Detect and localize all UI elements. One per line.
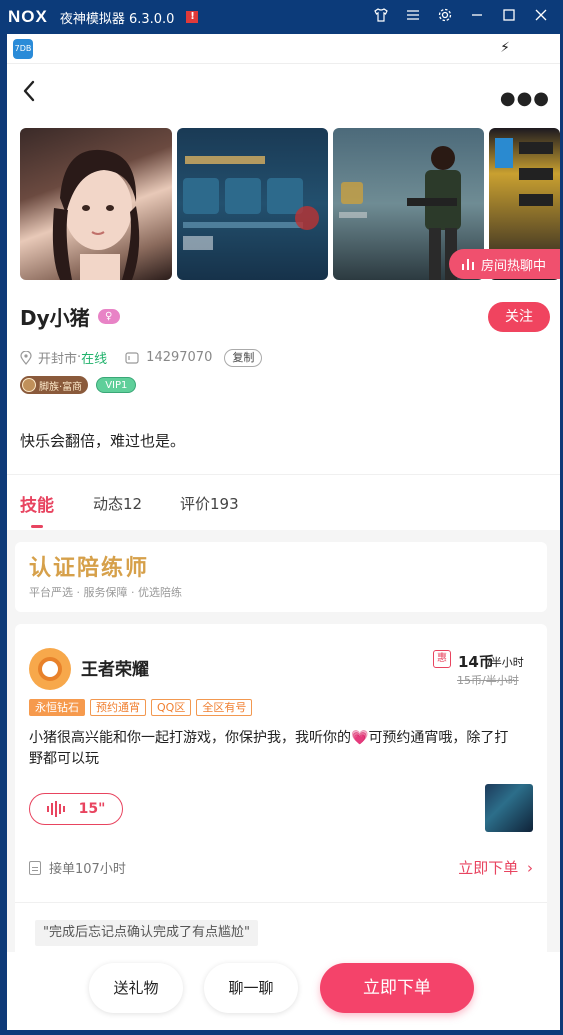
profile-photo[interactable] <box>20 128 172 280</box>
skill-tags: 永恒钻石 预约通宵 QQ区 全区有号 <box>29 699 253 716</box>
game-screenshot-1[interactable] <box>177 128 328 280</box>
price-unit: /半小时 <box>487 656 524 669</box>
sound-wave-icon <box>46 801 65 817</box>
family-badge[interactable]: 脚族·富商 <box>20 376 89 394</box>
description-text: 小猪很高兴能和你一起打游戏，你保护我，我听你的 <box>29 730 351 746</box>
emulator-bottom-border <box>0 1030 563 1035</box>
more-options-icon[interactable]: ●●● <box>500 88 550 109</box>
divider <box>15 902 547 903</box>
certification-subtitle: 平台严选 · 服务保障 · 优选陪练 <box>29 586 182 599</box>
profile-meta-row: 开封市 · 在线 14297070 复制 <box>20 348 263 367</box>
location-pin-icon <box>20 350 32 365</box>
room-hot-chat-badge[interactable]: 房间热聊中 <box>448 249 560 279</box>
skill-screenshot-thumbnail[interactable] <box>485 784 533 832</box>
maximize-icon[interactable] <box>493 8 525 26</box>
photo-gallery[interactable]: 房间热聊中 <box>20 128 560 280</box>
tag-overnight: 预约通宵 <box>90 699 146 716</box>
app-notification-icon: 7DB <box>13 38 33 59</box>
discount-badge: 惠 <box>433 650 451 668</box>
heart-icon: 💗 <box>351 730 369 746</box>
order-now-link[interactable]: 立即下单 › <box>458 857 533 878</box>
family-badge-icon <box>22 378 36 392</box>
chevron-right-icon: › <box>527 859 533 877</box>
tab-skills[interactable]: 技能 <box>20 491 54 516</box>
gear-icon[interactable] <box>429 7 461 27</box>
copy-id-button[interactable]: 复制 <box>224 348 263 367</box>
emulator-title: 夜神模拟器 6.3.0.0 <box>59 11 175 27</box>
badge-row: 脚族·富商 VIP1 <box>20 376 137 394</box>
online-status: 在线 <box>81 352 108 367</box>
send-gift-button[interactable]: 送礼物 <box>89 963 183 1013</box>
id-card-icon <box>125 351 139 364</box>
shirt-icon[interactable] <box>365 7 397 27</box>
user-bio: 快乐会翻倍，难过也是。 <box>20 432 186 450</box>
bar-chart-icon <box>461 259 474 270</box>
tab-moments[interactable]: 动态12 <box>93 493 142 514</box>
tag-rank: 永恒钻石 <box>29 699 85 716</box>
minimize-icon[interactable] <box>461 8 493 26</box>
order-now-label: 立即下单 <box>458 859 519 877</box>
review-snippet[interactable]: "完成后忘记点确认完成了有点尴尬" <box>35 920 258 946</box>
tag-server: QQ区 <box>151 699 192 716</box>
voice-duration: 15" <box>78 801 106 817</box>
hot-chat-label: 房间热聊中 <box>480 258 546 274</box>
profile-tabs: 技能 动态12 评价193 <box>7 474 560 529</box>
active-tab-indicator <box>31 525 43 528</box>
window-controls <box>365 0 557 34</box>
voice-intro-button[interactable]: 15" <box>29 793 123 825</box>
order-stats: 接单107小时 <box>29 858 126 877</box>
place-order-button[interactable]: 立即下单 <box>320 963 474 1013</box>
app-screen: ●●● 房间热聊中 Dy小猪 ♀ 关注 开封市 · 在线 14297070 复制… <box>7 64 560 1030</box>
follow-button[interactable]: 关注 <box>488 302 550 332</box>
tab-reviews[interactable]: 评价193 <box>180 493 239 514</box>
tag-accounts: 全区有号 <box>196 699 253 716</box>
original-price: 15币/半小时 <box>457 674 519 687</box>
document-icon <box>29 860 41 875</box>
portrait-illustration <box>52 149 140 280</box>
certification-card: 认证陪练师 平台严选 · 服务保障 · 优选陪练 <box>15 542 547 612</box>
certification-title: 认证陪练师 <box>29 556 150 581</box>
chat-button[interactable]: 聊一聊 <box>204 963 298 1013</box>
nox-logo: NOX <box>8 7 48 26</box>
female-gender-icon: ♀ <box>97 309 120 324</box>
game-stats-illustration <box>183 156 319 250</box>
android-status-bar: 7DB ⚡ <box>7 34 560 64</box>
emulator-title-bar: NOX 夜神模拟器 6.3.0.0 ! <box>0 0 563 34</box>
family-badge-label: 脚族·富商 <box>39 381 83 393</box>
bottom-action-bar: 送礼物 聊一聊 立即下单 <box>7 952 560 1030</box>
charging-icon: ⚡ <box>500 40 510 56</box>
order-hours: 接单107小时 <box>49 862 126 877</box>
user-name: Dy小猪 <box>20 306 90 330</box>
vip-badge: VIP1 <box>96 377 137 393</box>
user-id: 14297070 <box>146 350 213 365</box>
game-icon <box>29 648 71 690</box>
back-arrow-icon[interactable] <box>19 78 39 104</box>
warning-icon[interactable]: ! <box>186 11 199 23</box>
game-name: 王者荣耀 <box>81 660 149 680</box>
top-nav: ●●● <box>7 64 560 120</box>
skill-description: 小猪很高兴能和你一起打游戏，你保护我，我听你的💗可预约通宵哦，除了打野都可以玩 <box>29 728 519 770</box>
close-icon[interactable] <box>525 8 557 26</box>
city: 开封市 <box>38 352 78 367</box>
profile-name-row: Dy小猪 ♀ <box>20 302 120 331</box>
menu-icon[interactable] <box>397 8 429 26</box>
